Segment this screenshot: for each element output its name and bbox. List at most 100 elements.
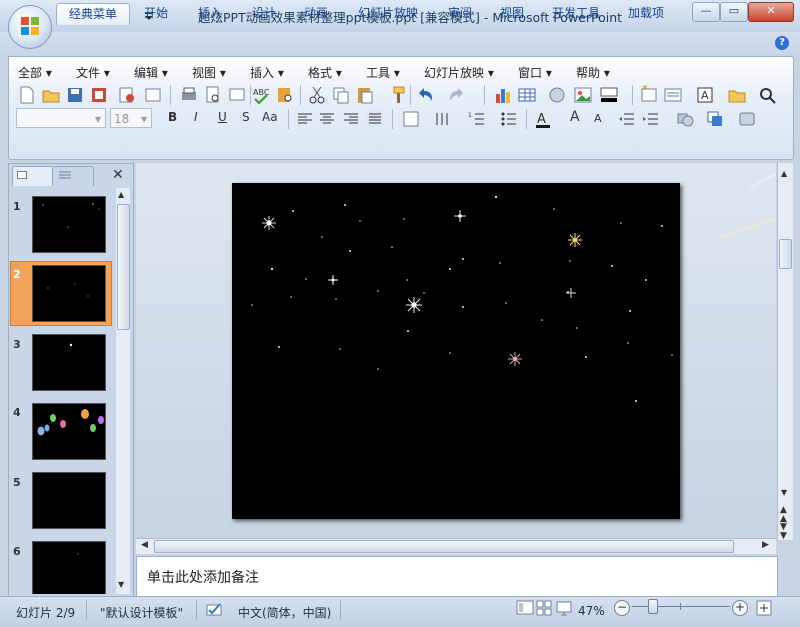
- slide-thumbnail-2[interactable]: [32, 265, 106, 322]
- shadow-button[interactable]: S: [242, 110, 250, 124]
- menu-slideshow[interactable]: 幻灯片放映 ▾: [424, 64, 494, 81]
- slide-canvas[interactable]: [232, 183, 680, 519]
- tab-developer[interactable]: 开发工具: [546, 3, 606, 24]
- slide-thumbnail-1[interactable]: [32, 196, 106, 253]
- text-direction-icon[interactable]: [400, 108, 422, 130]
- attach-icon[interactable]: [142, 84, 164, 106]
- next-slide-icon[interactable]: ▼ ▼: [780, 523, 787, 541]
- find-icon[interactable]: [756, 84, 778, 106]
- tab-outline[interactable]: [52, 166, 94, 186]
- menu-insert[interactable]: 插入 ▾: [250, 64, 284, 81]
- zoom-in-button[interactable]: +: [732, 600, 748, 616]
- increase-indent-icon[interactable]: [640, 108, 662, 130]
- email-icon[interactable]: [116, 84, 138, 106]
- justify-icon[interactable]: [364, 108, 386, 130]
- align-left-icon[interactable]: [294, 108, 316, 130]
- insert-table-icon[interactable]: [516, 84, 538, 106]
- spell-check-icon[interactable]: [206, 602, 224, 618]
- menu-file[interactable]: 文件 ▾: [76, 64, 110, 81]
- scroll-thumb[interactable]: [779, 239, 792, 269]
- scroll-up-icon[interactable]: ▲: [118, 190, 124, 199]
- shrink-font-button[interactable]: A: [594, 112, 602, 125]
- slide-sorter-view-icon[interactable]: [536, 600, 552, 616]
- view-icon[interactable]: [226, 84, 248, 106]
- insert-chart-icon[interactable]: [492, 84, 514, 106]
- align-right-icon[interactable]: [340, 108, 362, 130]
- menu-tools[interactable]: 工具 ▾: [366, 64, 400, 81]
- normal-view-icon[interactable]: [516, 600, 534, 616]
- scroll-down-icon[interactable]: ▼: [118, 580, 124, 589]
- format-painter-icon[interactable]: [386, 84, 408, 106]
- print-icon[interactable]: [178, 84, 200, 106]
- tab-review[interactable]: 审阅: [440, 3, 480, 24]
- underline-button[interactable]: U: [218, 110, 227, 124]
- zoom-level[interactable]: 47%: [578, 604, 605, 618]
- office-button[interactable]: [8, 5, 52, 49]
- print-preview-icon[interactable]: [202, 84, 224, 106]
- redo-icon[interactable]: [446, 84, 468, 106]
- zoom-out-button[interactable]: −: [614, 600, 630, 616]
- language-status[interactable]: 中文(简体，中国): [238, 604, 331, 621]
- folder-icon[interactable]: [726, 84, 748, 106]
- decrease-indent-icon[interactable]: [616, 108, 638, 130]
- italic-button[interactable]: I: [194, 110, 198, 124]
- scroll-left-icon[interactable]: ◀: [141, 540, 148, 550]
- slide-thumbnail-3[interactable]: [32, 334, 106, 391]
- spelling-icon[interactable]: ABC: [250, 84, 272, 106]
- numbering-icon[interactable]: 1: [466, 108, 488, 130]
- menu-edit[interactable]: 编辑 ▾: [134, 64, 168, 81]
- tab-view[interactable]: 视图: [492, 3, 532, 24]
- close-button[interactable]: ✕: [748, 2, 794, 22]
- quick-styles-icon[interactable]: [736, 108, 758, 130]
- horizontal-scrollbar[interactable]: ◀ ▶: [136, 538, 776, 554]
- bold-button[interactable]: B: [168, 110, 177, 124]
- tab-animation[interactable]: 动画: [296, 3, 336, 24]
- fit-to-window-icon[interactable]: [756, 600, 772, 616]
- menu-view[interactable]: 视图 ▾: [192, 64, 226, 81]
- slide-thumbnail-6[interactable]: [32, 541, 106, 594]
- slides-scrollbar[interactable]: ▲ ▼: [116, 188, 130, 594]
- slideshow-view-icon[interactable]: [556, 600, 572, 616]
- change-case-button[interactable]: Aa: [262, 110, 278, 124]
- menu-help[interactable]: 帮助 ▾: [576, 64, 610, 81]
- bullets-icon[interactable]: [498, 108, 520, 130]
- tab-insert[interactable]: 插入: [190, 3, 230, 24]
- cut-icon[interactable]: [306, 84, 328, 106]
- clipart-icon[interactable]: [546, 84, 568, 106]
- tab-slides[interactable]: [12, 166, 54, 186]
- save-icon[interactable]: [64, 84, 86, 106]
- arrange-icon[interactable]: [704, 108, 726, 130]
- zoom-slider-thumb[interactable]: [648, 599, 658, 614]
- align-center-icon[interactable]: [316, 108, 338, 130]
- menu-window[interactable]: 窗口 ▾: [518, 64, 552, 81]
- help-icon[interactable]: ?: [775, 36, 789, 50]
- new-doc-icon[interactable]: [16, 84, 38, 106]
- fill-color-icon[interactable]: [598, 84, 620, 106]
- scroll-thumb[interactable]: [117, 204, 130, 330]
- font-color-icon[interactable]: A: [532, 108, 554, 130]
- scroll-up-icon[interactable]: ▲: [781, 169, 787, 178]
- font-size-combo[interactable]: 18 ▾: [110, 108, 152, 128]
- permission-icon[interactable]: [88, 84, 110, 106]
- tab-classic-menu[interactable]: 经典菜单: [56, 3, 130, 25]
- zoom-slider-track[interactable]: [632, 606, 730, 607]
- copy-icon[interactable]: [330, 84, 352, 106]
- scroll-right-icon[interactable]: ▶: [762, 540, 769, 550]
- font-name-combo[interactable]: ▾: [16, 108, 106, 128]
- grow-font-button[interactable]: A: [570, 109, 580, 125]
- tab-addins[interactable]: 加载项: [620, 3, 672, 24]
- layout-icon[interactable]: [662, 84, 684, 106]
- menu-all[interactable]: 全部 ▾: [18, 64, 52, 81]
- research-icon[interactable]: [274, 84, 296, 106]
- paste-icon[interactable]: [354, 84, 376, 106]
- minimize-button[interactable]: —: [692, 2, 720, 22]
- open-folder-icon[interactable]: [40, 84, 62, 106]
- notes-pane[interactable]: 单击此处添加备注: [136, 556, 778, 598]
- scroll-thumb[interactable]: [154, 540, 734, 553]
- new-slide-icon[interactable]: [638, 84, 660, 106]
- tab-slideshow[interactable]: 幻灯片放映: [350, 3, 426, 24]
- close-panel-icon[interactable]: ✕: [112, 167, 124, 183]
- slide-thumbnail-4[interactable]: [32, 403, 106, 460]
- column-icon[interactable]: [432, 108, 454, 130]
- menu-format[interactable]: 格式 ▾: [308, 64, 342, 81]
